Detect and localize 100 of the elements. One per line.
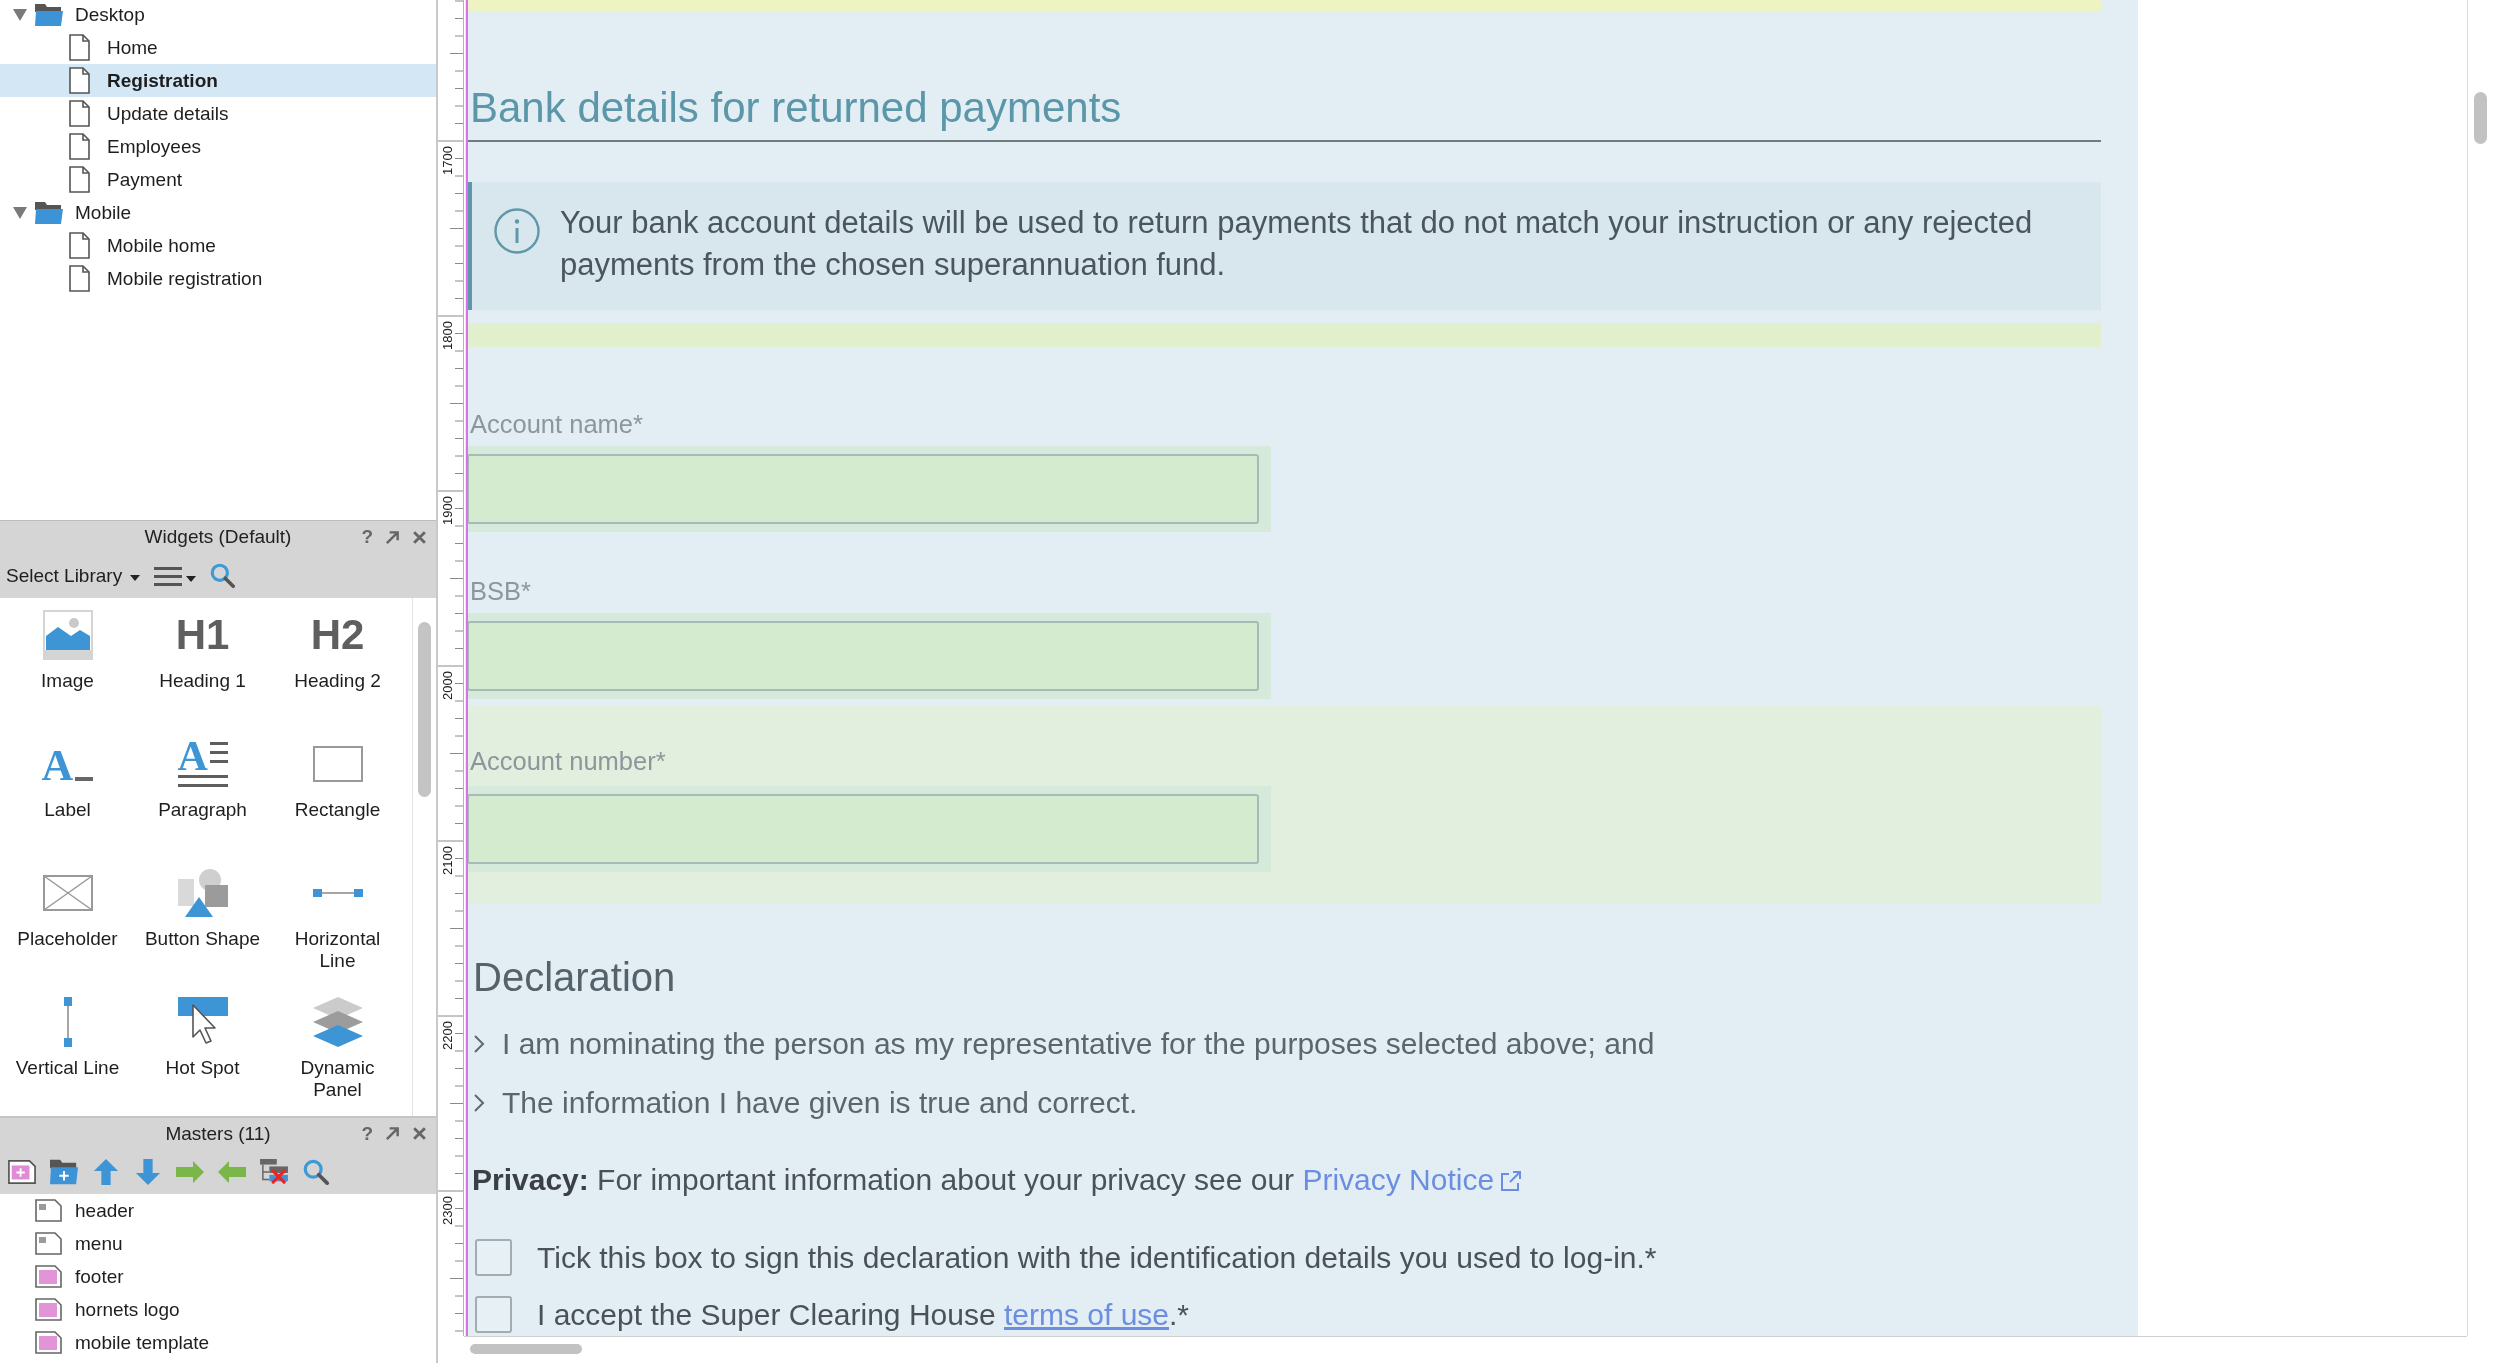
checkbox-label: I accept the Super Clearing House terms of use.* bbox=[537, 1296, 1190, 1333]
field-label: Account number* bbox=[470, 746, 667, 776]
widget-item[interactable]: Vertical Line bbox=[0, 985, 135, 1114]
field-label: Account name* bbox=[470, 409, 644, 439]
placeholder-icon bbox=[42, 875, 93, 911]
ruler-label: 1700 bbox=[441, 146, 454, 175]
widget-item[interactable]: Image bbox=[0, 598, 135, 727]
section-heading: Bank details for returned payments bbox=[467, 84, 2101, 142]
ruler-label: 1900 bbox=[441, 496, 454, 525]
scrollbar[interactable] bbox=[418, 622, 431, 797]
page-icon bbox=[69, 265, 90, 292]
heading-icon: H1 bbox=[175, 612, 230, 658]
declaration-heading: Declaration bbox=[473, 954, 677, 1000]
widget-item[interactable]: Dynamic Panel bbox=[270, 985, 405, 1114]
panel-title: Widgets (Default) bbox=[144, 526, 292, 548]
widget-item[interactable]: Placeholder bbox=[0, 856, 135, 985]
popout-icon[interactable] bbox=[385, 1126, 400, 1141]
library-dropdown[interactable]: Select Library bbox=[6, 564, 141, 587]
ruler-label: 2200 bbox=[441, 1021, 454, 1050]
folder-plus-icon[interactable] bbox=[50, 1158, 78, 1185]
page-icon bbox=[69, 100, 90, 127]
master-icon bbox=[35, 1265, 62, 1288]
page-icon bbox=[69, 133, 90, 160]
privacy-text: Privacy: For important information about your privacy see our Privacy Notice bbox=[472, 1162, 2101, 1198]
master-item[interactable]: menu bbox=[0, 1227, 436, 1260]
page-item[interactable]: Update details bbox=[0, 97, 436, 130]
external-link-icon bbox=[1500, 1170, 1523, 1192]
page-item[interactable]: Mobile home bbox=[0, 229, 436, 262]
folder-item[interactable]: Desktop bbox=[0, 0, 436, 31]
declaration-item: I am nominating the person as my representative for the purposes selected above; and bbox=[502, 1026, 1655, 1062]
widget-item[interactable]: A Paragraph bbox=[135, 727, 270, 856]
image-icon bbox=[42, 610, 93, 660]
scrollbar[interactable] bbox=[2474, 92, 2487, 144]
master-item[interactable]: footer bbox=[0, 1260, 436, 1293]
layers-icon bbox=[312, 997, 363, 1047]
master-icon bbox=[35, 1298, 62, 1321]
close-icon[interactable] bbox=[412, 529, 427, 545]
master-icon bbox=[35, 1232, 62, 1255]
page-icon bbox=[69, 166, 90, 193]
search-icon[interactable] bbox=[302, 1158, 330, 1185]
popout-icon[interactable] bbox=[385, 529, 400, 545]
caret-icon[interactable] bbox=[13, 8, 27, 21]
close-icon[interactable] bbox=[412, 1126, 427, 1141]
arrow-down-icon[interactable] bbox=[134, 1158, 162, 1185]
folder-item[interactable]: Mobile bbox=[0, 196, 436, 229]
vertical-line-icon bbox=[62, 997, 73, 1047]
widget-item[interactable]: Horizontal Line bbox=[270, 856, 405, 985]
chevron-icon bbox=[473, 1034, 485, 1054]
page-icon bbox=[69, 232, 90, 259]
input-field[interactable] bbox=[467, 454, 1259, 524]
master-item[interactable]: hornets logo bbox=[0, 1293, 436, 1326]
help-button[interactable]: ? bbox=[361, 527, 373, 547]
info-icon bbox=[494, 208, 540, 254]
master-item[interactable]: header bbox=[0, 1194, 436, 1227]
input-field[interactable] bbox=[467, 794, 1259, 864]
horizontal-line-icon bbox=[312, 888, 363, 898]
widget-item[interactable]: H2 Heading 2 bbox=[270, 598, 405, 727]
checkbox-label: Tick this box to sign this declaration with the identification details you used to log-in.* bbox=[537, 1239, 1657, 1276]
arrow-up-icon[interactable] bbox=[92, 1158, 120, 1185]
shapes-icon bbox=[177, 869, 228, 917]
heading-icon: H2 bbox=[310, 612, 365, 658]
widget-item[interactable]: Rectangle bbox=[270, 727, 405, 856]
widget-item[interactable]: Hot Spot bbox=[135, 985, 270, 1114]
search-icon[interactable] bbox=[210, 563, 236, 588]
widget-item[interactable]: Button Shape bbox=[135, 856, 270, 985]
field-label: BSB* bbox=[470, 576, 532, 606]
rectangle-icon bbox=[312, 746, 363, 782]
page-item[interactable]: Registration bbox=[0, 64, 436, 97]
page-plus-icon[interactable] bbox=[8, 1158, 36, 1185]
master-icon bbox=[35, 1331, 62, 1354]
widget-item[interactable]: H1 Heading 1 bbox=[135, 598, 270, 727]
declaration-item: The information I have given is true and correct. bbox=[502, 1085, 1138, 1121]
page-icon bbox=[69, 67, 90, 94]
folder-icon bbox=[35, 201, 63, 224]
master-item[interactable]: mobile template bbox=[0, 1326, 436, 1359]
folder-icon bbox=[35, 3, 63, 26]
hotspot-icon bbox=[177, 997, 228, 1047]
page-item[interactable]: Payment bbox=[0, 163, 436, 196]
checkbox[interactable] bbox=[475, 1296, 512, 1333]
page-icon bbox=[69, 34, 90, 61]
checkbox[interactable] bbox=[475, 1239, 512, 1276]
master-icon bbox=[35, 1199, 62, 1222]
caret-icon[interactable] bbox=[13, 206, 27, 219]
remove-icon[interactable] bbox=[260, 1158, 288, 1185]
info-text: Your bank account details will be used to return payments that do not match your instruction or any rejected payments from the chosen superannuation fund. bbox=[560, 204, 2034, 284]
list-options-icon[interactable] bbox=[154, 564, 197, 587]
ruler-label: 1800 bbox=[441, 321, 454, 350]
input-field[interactable] bbox=[467, 621, 1259, 691]
page-item[interactable]: Mobile registration bbox=[0, 262, 436, 295]
ruler-label: 2300 bbox=[441, 1196, 454, 1225]
page-item[interactable]: Employees bbox=[0, 130, 436, 163]
widget-item[interactable]: A Label bbox=[0, 727, 135, 856]
help-button[interactable]: ? bbox=[361, 1123, 373, 1144]
panel-title: Masters (11) bbox=[165, 1122, 271, 1145]
page-item[interactable]: Home bbox=[0, 31, 436, 64]
chevron-icon bbox=[473, 1093, 485, 1113]
ruler-label: 2100 bbox=[441, 846, 454, 875]
scrollbar[interactable] bbox=[470, 1344, 582, 1354]
ruler-label: 2000 bbox=[441, 671, 454, 700]
caret-icon bbox=[130, 574, 141, 581]
